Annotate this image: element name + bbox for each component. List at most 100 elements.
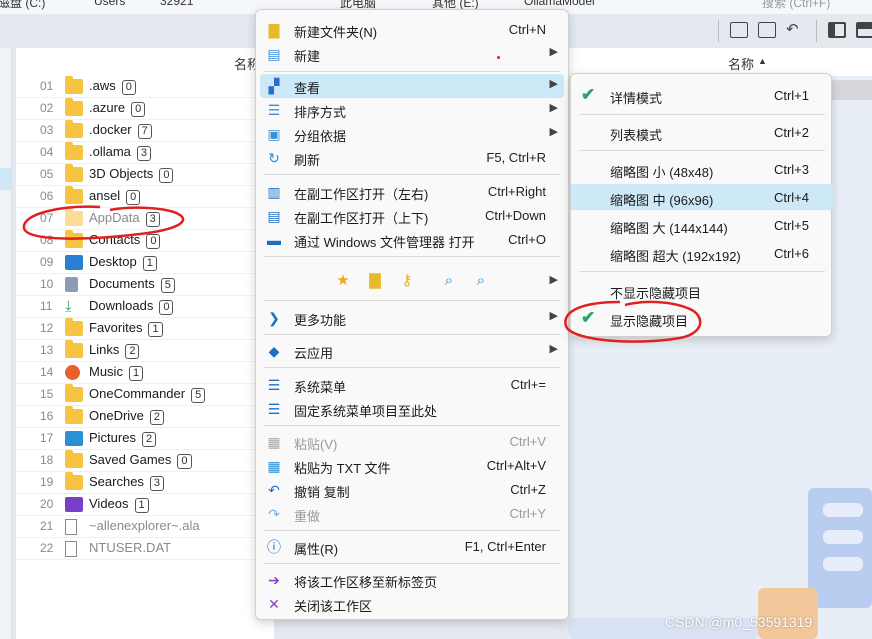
folder-icon (65, 230, 83, 248)
menu-redo[interactable]: ↷ 重做 Ctrl+Y (260, 502, 564, 526)
view-list[interactable]: 列表模式 Ctrl+2 (571, 119, 833, 145)
file-row[interactable]: 19 Searches 3 (16, 472, 274, 494)
item-count-badge: 3 (149, 476, 165, 491)
menu-new[interactable]: ▤ 新建 ▶ (260, 42, 564, 66)
file-row[interactable]: 17 Pictures 2 (16, 428, 274, 450)
row-number: 06 (40, 189, 54, 203)
column-header-right[interactable]: 名称 ▲ (568, 48, 872, 76)
file-row[interactable]: 08 Contacts 0 (16, 230, 274, 252)
star-icon[interactable]: ★ (334, 272, 352, 290)
row-number: 05 (40, 167, 54, 181)
selected-row[interactable] (832, 80, 872, 100)
file-row[interactable]: 03 .docker 7 (16, 120, 274, 142)
menu-pin-system[interactable]: ☰ 固定系统菜单项目至此处 (260, 397, 564, 421)
view-details[interactable]: ✔ 详情模式 Ctrl+1 (571, 82, 833, 108)
quick-action-row: ★ ▇ ⚷ ⌕ ⌕ ▶ (260, 266, 564, 294)
file-row[interactable]: 21 ~allenexplorer~.ala (16, 516, 274, 538)
file-name-text: NTUSER.DAT (89, 540, 172, 555)
file-row[interactable]: 16 OneDrive 2 (16, 406, 274, 428)
menu-view[interactable]: ▞ 查看 ▶ (260, 74, 564, 98)
menu-system[interactable]: ☰ 系统菜单 Ctrl+= (260, 373, 564, 397)
file-row[interactable]: 14 Music 1 (16, 362, 274, 384)
menu-paste[interactable]: ▦ 粘贴(V) Ctrl+V (260, 430, 564, 454)
new-file-icon: ▤ (267, 46, 281, 62)
item-count-badge: 5 (191, 388, 206, 403)
breadcrumb-drive[interactable]: 磁盘 (C:) (0, 0, 45, 11)
chevron-right-icon: ▶ (549, 78, 558, 90)
view-hide-hidden[interactable]: 不显示隐藏项目 (571, 277, 833, 303)
file-row[interactable]: 01 .aws 0 (16, 76, 274, 98)
menu-close-workspace[interactable]: ✕ 关闭该工作区 (260, 592, 564, 616)
menu-open-right[interactable]: ▥ 在副工作区打开（左右) Ctrl+Right (260, 180, 564, 204)
file-row[interactable]: 22 NTUSER.DAT (16, 538, 274, 560)
row-number: 09 (40, 255, 54, 269)
view-thumb-small[interactable]: 缩略图 小 (48x48) Ctrl+3 (571, 156, 833, 182)
view-thumb-medium[interactable]: 缩略图 中 (96x96) Ctrl+4 (571, 184, 833, 210)
copy-icon[interactable] (758, 22, 776, 38)
file-row[interactable]: 02 .azure 0 (16, 98, 274, 120)
file-row[interactable]: 09 Desktop 1 (16, 252, 274, 274)
file-row[interactable]: 18 Saved Games 0 (16, 450, 274, 472)
file-row[interactable]: 15 OneCommander 5 (16, 384, 274, 406)
split-vertical-icon: ▤ (267, 208, 281, 224)
folder-icon (65, 318, 83, 336)
file-row[interactable]: 12 Favorites 1 (16, 318, 274, 340)
file-name: Desktop 1 (89, 254, 157, 271)
row-number: 16 (40, 409, 54, 423)
menu-sort-by[interactable]: ☰ 排序方式 ▶ (260, 98, 564, 122)
menu-group-by[interactable]: ▣ 分组依据 ▶ (260, 122, 564, 146)
file-name-text: Searches (89, 474, 144, 489)
new-folder-icon[interactable] (730, 22, 748, 38)
item-count-badge: 1 (148, 322, 163, 337)
file-row[interactable]: 05 3D Objects 0 (16, 164, 274, 186)
search-box[interactable]: 搜索 (Ctrl+F) (762, 0, 830, 11)
view-show-hidden[interactable]: ✔ 显示隐藏项目 (571, 305, 833, 331)
file-row[interactable]: 07 AppData 3 (16, 208, 274, 230)
item-count-badge: 0 (159, 300, 174, 315)
file-row[interactable]: 10 Documents 5 (16, 274, 274, 296)
file-row[interactable]: 11 ⤓ Downloads 0 (16, 296, 274, 318)
search-icon[interactable]: ⌕ (440, 272, 458, 290)
file-name-text: Documents (89, 276, 155, 291)
column-header[interactable]: 名称 (16, 48, 274, 76)
file-row[interactable]: 04 .ollama 3 (16, 142, 274, 164)
menu-open-windows[interactable]: ▬ 通过 Windows 文件管理器 打开 Ctrl+O (260, 228, 564, 252)
view-thumb-xl[interactable]: 缩略图 超大 (192x192) Ctrl+6 (571, 240, 833, 266)
file-row[interactable]: 20 Videos 1 (16, 494, 274, 516)
search-more-icon[interactable]: ⌕ (472, 272, 490, 290)
folder-icon (65, 450, 83, 468)
chevron-right-icon[interactable]: ▶ (550, 273, 558, 286)
group-icon: ▣ (267, 126, 281, 142)
menu-cloud[interactable]: ◆ 云应用 ▶ (260, 339, 564, 363)
favorite-folder-icon[interactable]: ▇ (366, 272, 384, 290)
menu-undo[interactable]: ↶ 撤销 复制 Ctrl+Z (260, 478, 564, 502)
file-name: Videos 1 (89, 496, 149, 513)
menu-new-folder[interactable]: ▇ 新建文件夹(N) Ctrl+N (260, 18, 564, 42)
menu-refresh[interactable]: ↻ 刷新 F5, Ctrl+R (260, 146, 564, 170)
row-number: 17 (40, 431, 54, 445)
undo-icon[interactable]: ↶ (786, 20, 799, 38)
menu-paste-txt[interactable]: ▦ 粘贴为 TXT 文件 Ctrl+Alt+V (260, 454, 564, 478)
redo-icon: ↷ (268, 506, 280, 522)
item-count-badge: 0 (177, 454, 192, 469)
file-icon (65, 519, 77, 535)
file-row[interactable]: 06 ansel 0 (16, 186, 274, 208)
menu-move-tab[interactable]: ➔ 将该工作区移至新标签页 (260, 568, 564, 592)
breadcrumb-users[interactable]: Users (94, 0, 125, 8)
layout-icon[interactable] (856, 22, 872, 38)
breadcrumb-ollama[interactable]: OllamaModel (524, 0, 595, 8)
file-name-text: Music (89, 364, 123, 379)
view-thumb-large[interactable]: 缩略图 大 (144x144) Ctrl+5 (571, 212, 833, 238)
view-submenu: ✔ 详情模式 Ctrl+1 列表模式 Ctrl+2 缩略图 小 (48x48) Ctrl… (570, 73, 833, 337)
folder-icon (65, 186, 83, 204)
menu-open-down[interactable]: ▤ 在副工作区打开（上下) Ctrl+Down (260, 204, 564, 228)
menu-properties[interactable]: ⓘ 属性(R) F1, Ctrl+Enter (260, 535, 564, 559)
breadcrumb-user[interactable]: 32921 (160, 0, 193, 8)
key-icon[interactable]: ⚷ (398, 272, 416, 290)
file-name-text: Saved Games (89, 452, 172, 467)
file-row[interactable]: 13 Links 2 (16, 340, 274, 362)
row-number: 19 (40, 475, 54, 489)
menu-more[interactable]: ❯ 更多功能 ▶ (260, 306, 564, 330)
split-view-icon[interactable] (828, 22, 846, 38)
item-count-badge: 7 (137, 124, 152, 139)
